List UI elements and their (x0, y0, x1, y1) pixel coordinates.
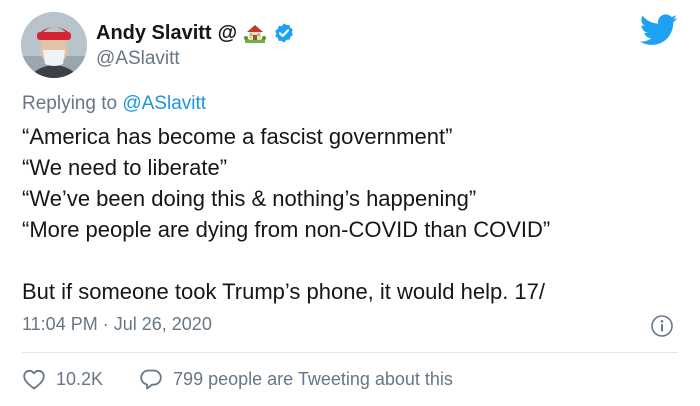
info-icon[interactable] (650, 314, 674, 338)
avatar[interactable] (21, 12, 87, 78)
tweet-card: Andy Slavitt @ @ASlavitt Replying to @AS… (0, 0, 700, 406)
tweet-body-line: “America has become a fascist government… (22, 124, 453, 149)
tweet-body-line: “We need to liberate” (22, 155, 228, 180)
tweet-body-closing-line: But if someone took Trump’s phone, it wo… (22, 279, 546, 304)
replying-to-label: Replying to (22, 93, 118, 114)
tweet-body-line: “More people are dying from non-COVID th… (22, 217, 551, 242)
tweet-actions: 10.2K 799 people are Tweeting about this (22, 366, 453, 392)
author-handle[interactable]: @ASlavitt (96, 48, 180, 70)
author-at-symbol: @ (217, 21, 238, 44)
replying-to-line: Replying to @ASlavitt (22, 93, 206, 115)
tweet-time: 11:04 PM (22, 314, 98, 334)
tweet-body: “America has become a fascist government… (22, 121, 687, 307)
avatar-image (21, 12, 87, 78)
divider (22, 352, 678, 353)
reply-bubble-icon[interactable] (139, 368, 163, 390)
twitter-bird-icon[interactable] (639, 14, 678, 46)
replying-to-mention-link[interactable]: @ASlavitt (122, 93, 206, 114)
author-display-name[interactable]: Andy Slavitt (96, 22, 212, 45)
timestamp-separator: · (102, 314, 109, 334)
house-with-garden-icon (243, 21, 267, 45)
author-row: Andy Slavitt @ (96, 20, 295, 46)
verified-badge-icon (273, 22, 295, 44)
tweet-date: Jul 26, 2020 (113, 314, 212, 334)
heart-icon[interactable] (22, 368, 46, 390)
tweet-body-line: “We’ve been doing this & nothing’s happe… (22, 186, 477, 211)
like-count[interactable]: 10.2K (56, 369, 103, 390)
tweeting-about-link[interactable]: 799 people are Tweeting about this (173, 369, 453, 390)
tweet-timestamp[interactable]: 11:04 PM · Jul 26, 2020 (22, 314, 212, 335)
